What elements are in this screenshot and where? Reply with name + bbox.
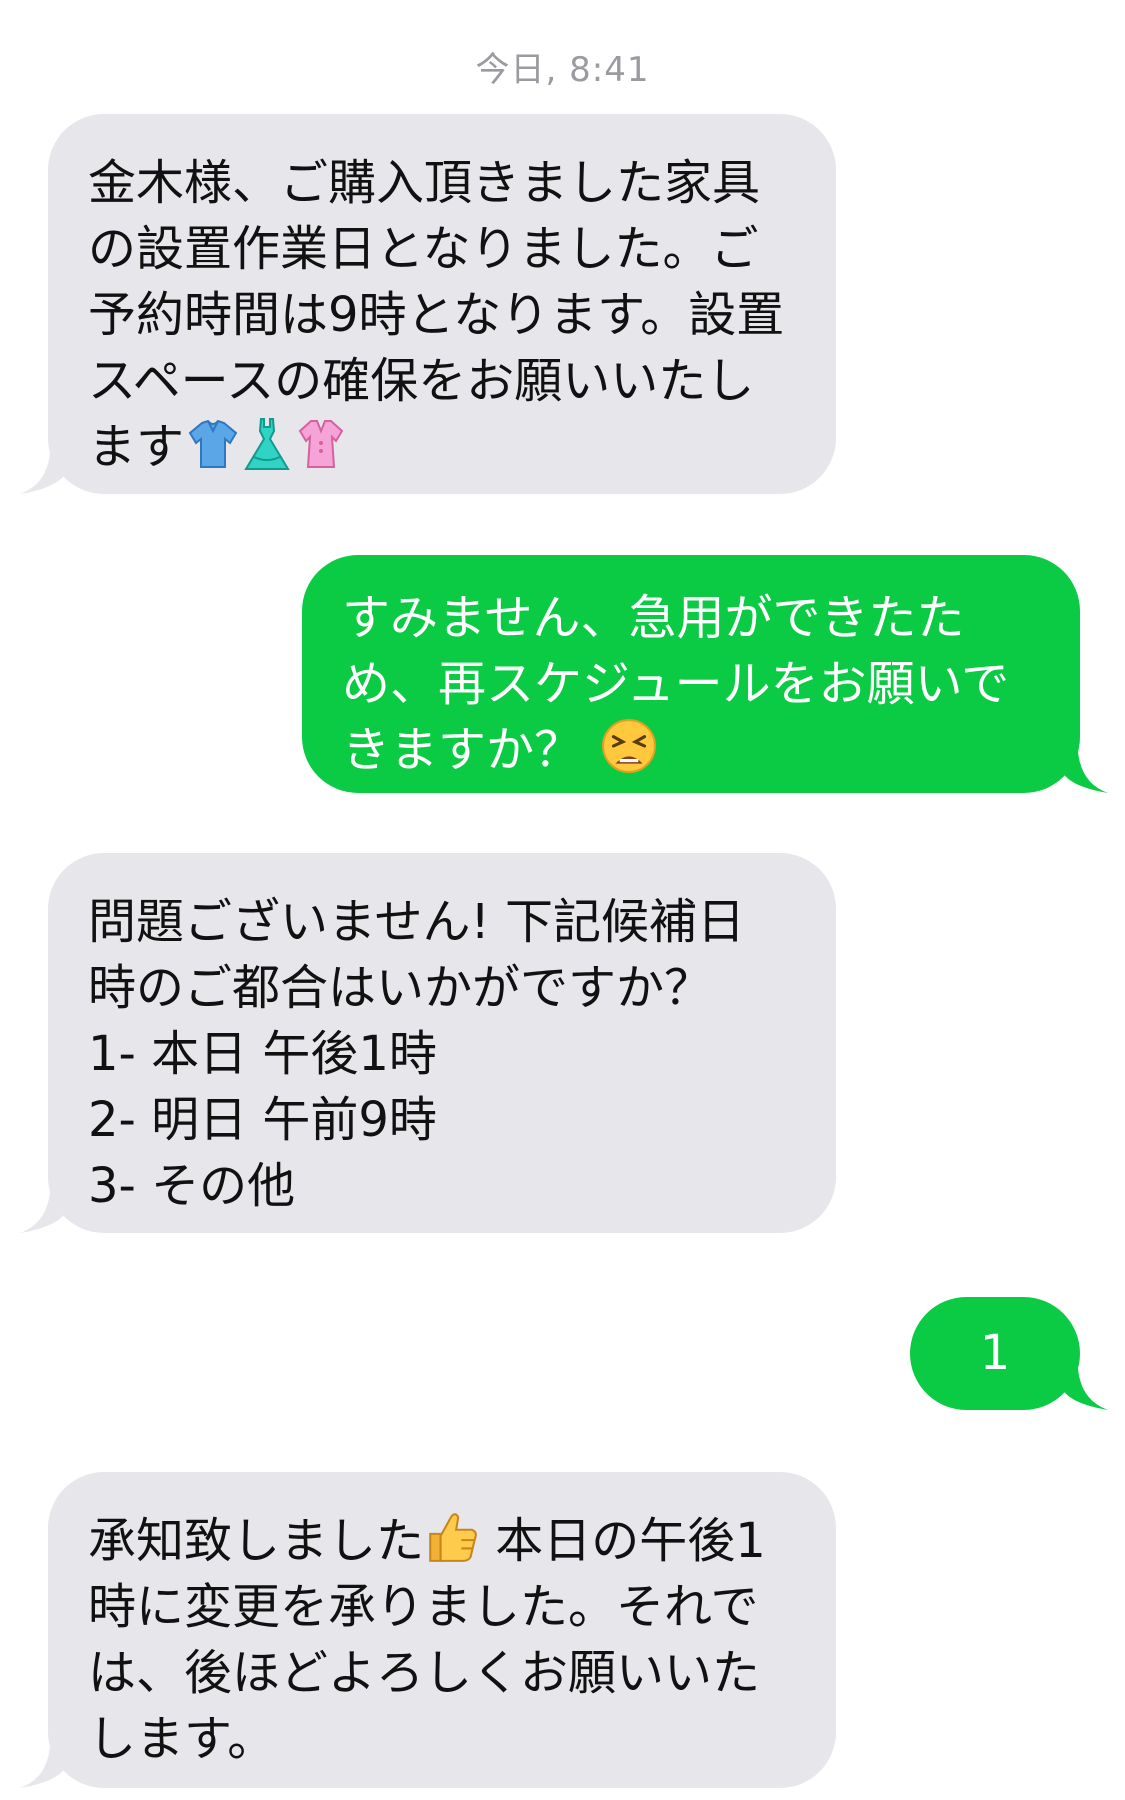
message-line: すみません、急用ができたた — [342, 590, 965, 646]
message-line: 時に変更を承りました。それで — [88, 1579, 759, 1635]
message-line: 時のご都合はいかがですか？ — [88, 960, 713, 1016]
message-line: 金木様、ご購入頂きました家具 — [88, 155, 761, 211]
message-line: 本日の午後1 — [480, 1513, 766, 1569]
message-line: 予約時間は9時となります。設置 — [88, 287, 785, 343]
bubble-tail — [20, 434, 68, 494]
message-line: の設置作業日となりました。ご — [88, 221, 759, 277]
message-line: 2- 明日 午前9時 — [88, 1092, 437, 1148]
message-line: 3- その他 — [88, 1158, 296, 1214]
blouse-icon — [298, 420, 344, 468]
bubble-tail — [1060, 1350, 1108, 1410]
bubble-tail — [20, 1173, 68, 1233]
message-line: 承知致しました — [88, 1513, 425, 1569]
message-line: 1- 本日 午後1時 — [88, 1026, 437, 1082]
bubble-tail — [1060, 733, 1108, 793]
thumbs-up-icon — [429, 1513, 477, 1562]
message-bubble-incoming-1[interactable]: 金木様、ご購入頂きました家具 の設置作業日となりました。ご 予約時間は9時となり… — [20, 114, 836, 494]
message-line: スペースの確保をお願いいたし — [88, 353, 755, 409]
message-line: きますか？ — [342, 722, 598, 778]
message-bubble-outgoing-2[interactable]: 1 — [910, 1297, 1108, 1410]
message-line: は、後ほどよろしくお願いいた — [88, 1645, 761, 1701]
message-bubble-incoming-3[interactable]: 承知致しました 本日の午後1 時に変更を承りました。それで は、後ほどよろしくお… — [20, 1472, 836, 1788]
conversation-timestamp: 今日, 8:41 — [475, 50, 650, 90]
message-line: します。 — [88, 1711, 276, 1767]
tired-face-icon — [602, 719, 657, 773]
message-line: め、再スケジュールをお願いで — [342, 656, 1010, 712]
message-bubble-outgoing-1[interactable]: すみません、急用ができたた め、再スケジュールをお願いで きますか？ — [302, 555, 1108, 793]
message-line: 問題ございません! 下記候補日 — [88, 894, 746, 950]
shirt-icon — [188, 419, 238, 468]
dress-icon — [244, 418, 290, 470]
message-bubble-incoming-2[interactable]: 問題ございません! 下記候補日 時のご都合はいかがですか？ 1- 本日 午後1時… — [20, 853, 836, 1233]
message-line: ます — [88, 419, 185, 475]
bubble-tail — [20, 1728, 68, 1788]
